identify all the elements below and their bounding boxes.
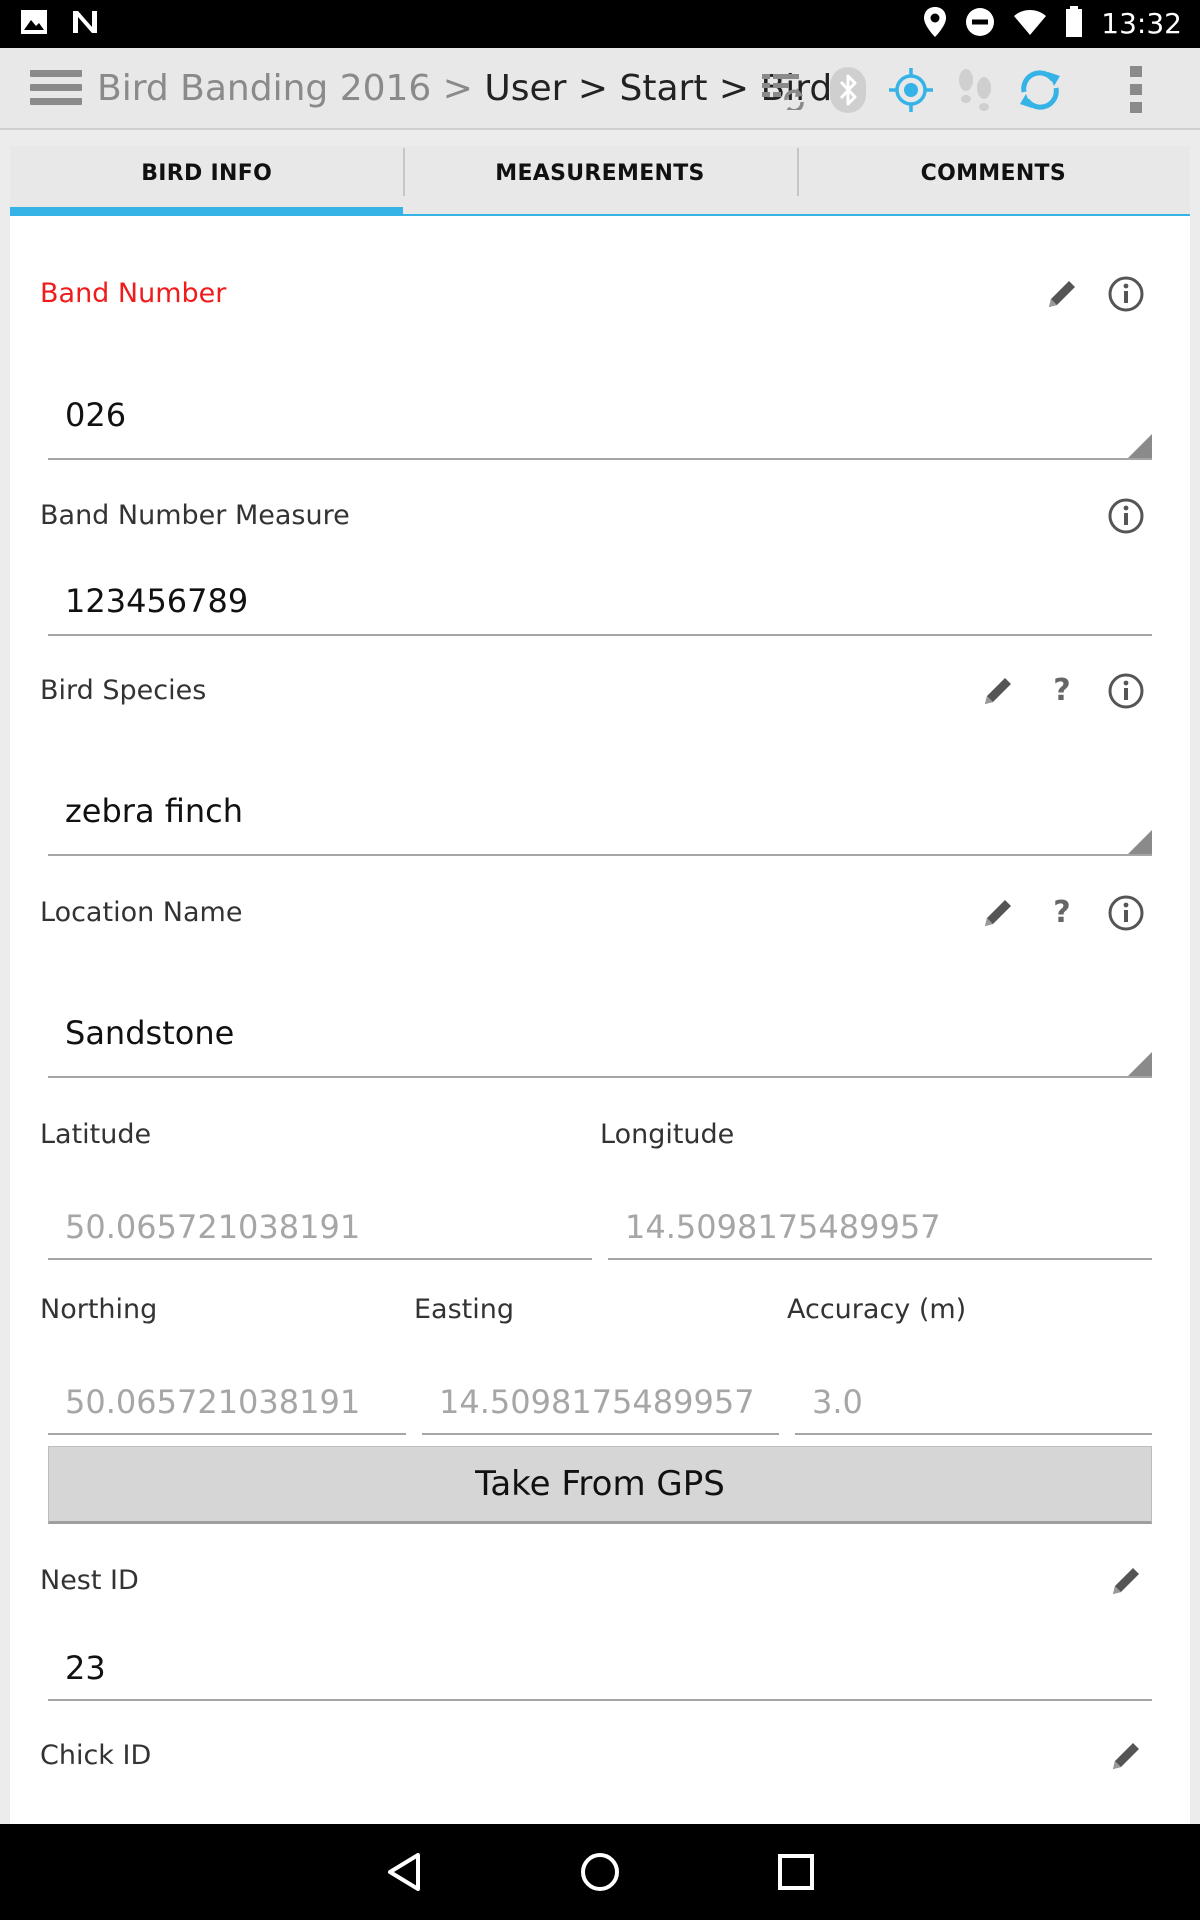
tab-label: MEASUREMENTS bbox=[495, 161, 705, 186]
tab-label: COMMENTS bbox=[920, 161, 1066, 186]
do-not-disturb-icon bbox=[965, 7, 995, 41]
info-icon[interactable] bbox=[1106, 274, 1146, 314]
home-icon[interactable] bbox=[574, 1846, 626, 1898]
status-bar: 13:32 bbox=[0, 0, 1200, 48]
easting-label: Easting bbox=[414, 1294, 515, 1325]
band-number-label: Band Number bbox=[40, 278, 227, 309]
bluetooth-icon[interactable] bbox=[824, 66, 872, 114]
back-icon[interactable] bbox=[378, 1846, 430, 1898]
bird-species-label: Bird Species bbox=[40, 675, 207, 706]
northing-input[interactable]: 50.065721038191 bbox=[48, 1371, 406, 1435]
bird-species-value: zebra finch bbox=[65, 792, 244, 830]
breadcrumb-separator: > bbox=[431, 68, 485, 109]
dropdown-corner-icon bbox=[1128, 434, 1152, 458]
tab-comments[interactable]: COMMENTS bbox=[796, 146, 1190, 216]
longitude-input[interactable]: 14.5098175489957 bbox=[608, 1196, 1152, 1260]
easting-input[interactable]: 14.5098175489957 bbox=[422, 1371, 779, 1435]
band-number-measure-input[interactable]: 123456789 bbox=[48, 572, 1152, 636]
accuracy-label: Accuracy (m) bbox=[787, 1294, 967, 1325]
navigation-bar bbox=[0, 1824, 1200, 1920]
location-name-label: Location Name bbox=[40, 897, 243, 928]
nest-id-label: Nest ID bbox=[40, 1565, 139, 1596]
accuracy-value: 3.0 bbox=[812, 1383, 863, 1421]
battery-icon bbox=[1065, 6, 1083, 42]
tab-indicator bbox=[10, 207, 404, 216]
latitude-input[interactable]: 50.065721038191 bbox=[48, 1196, 592, 1260]
band-number-input[interactable]: 026 bbox=[48, 366, 1152, 460]
accuracy-input[interactable]: 3.0 bbox=[795, 1371, 1152, 1435]
gps-target-icon[interactable] bbox=[887, 66, 935, 114]
northing-label: Northing bbox=[40, 1294, 158, 1325]
tab-label: BIRD INFO bbox=[141, 161, 273, 186]
recents-icon[interactable] bbox=[770, 1846, 822, 1898]
help-icon[interactable]: ? bbox=[1042, 671, 1082, 711]
pencil-icon[interactable] bbox=[978, 893, 1018, 933]
pencil-icon[interactable] bbox=[978, 671, 1018, 711]
band-number-measure-label: Band Number Measure bbox=[40, 500, 350, 531]
pencil-icon[interactable] bbox=[1106, 1736, 1146, 1776]
location-pin-icon bbox=[923, 6, 947, 42]
pencil-icon[interactable] bbox=[1042, 274, 1082, 314]
breadcrumb-app-name[interactable]: Bird Banding 2016 bbox=[97, 68, 431, 109]
footsteps-icon[interactable] bbox=[952, 66, 1000, 114]
chick-id-label: Chick ID bbox=[40, 1740, 152, 1771]
breadcrumb: Bird Banding 2016 > User > Start > Bird bbox=[97, 66, 832, 112]
longitude-label: Longitude bbox=[600, 1119, 735, 1150]
band-number-value: 026 bbox=[65, 396, 127, 434]
tab-measurements[interactable]: MEASUREMENTS bbox=[403, 146, 797, 216]
dropdown-corner-icon bbox=[1128, 830, 1152, 854]
band-number-measure-value: 123456789 bbox=[65, 582, 249, 620]
app-screen: 13:32 Bird Banding 2016 > User > Start >… bbox=[0, 0, 1200, 1920]
latitude-label: Latitude bbox=[40, 1119, 152, 1150]
status-time: 13:32 bbox=[1101, 7, 1182, 40]
take-from-gps-button[interactable]: Take From GPS bbox=[48, 1446, 1152, 1524]
bird-info-form: Band Number 026 Band Number Measure 1234… bbox=[10, 216, 1190, 1824]
easting-value: 14.5098175489957 bbox=[439, 1383, 755, 1421]
menu-icon[interactable] bbox=[30, 70, 82, 110]
wifi-icon bbox=[1013, 8, 1047, 40]
overflow-menu-icon[interactable] bbox=[1112, 66, 1160, 114]
longitude-value: 14.5098175489957 bbox=[625, 1208, 941, 1246]
latitude-value: 50.065721038191 bbox=[65, 1208, 361, 1246]
info-icon[interactable] bbox=[1106, 671, 1146, 711]
action-bar: Bird Banding 2016 > User > Start > Bird bbox=[0, 48, 1200, 130]
bird-species-select[interactable]: zebra finch bbox=[48, 762, 1152, 856]
tab-bar: BIRD INFO MEASUREMENTS COMMENTS bbox=[10, 146, 1190, 216]
refresh-icon[interactable] bbox=[1016, 66, 1064, 114]
help-icon[interactable]: ? bbox=[1042, 893, 1082, 933]
info-icon[interactable] bbox=[1106, 893, 1146, 933]
info-icon[interactable] bbox=[1106, 496, 1146, 536]
n-icon bbox=[70, 8, 100, 40]
image-icon bbox=[20, 9, 48, 39]
sync-list-icon[interactable] bbox=[758, 66, 806, 114]
tab-bird-info[interactable]: BIRD INFO bbox=[10, 146, 404, 216]
dropdown-corner-icon bbox=[1128, 1052, 1152, 1076]
location-name-value: Sandstone bbox=[65, 1014, 235, 1052]
pencil-icon[interactable] bbox=[1106, 1561, 1146, 1601]
location-name-select[interactable]: Sandstone bbox=[48, 984, 1152, 1078]
northing-value: 50.065721038191 bbox=[65, 1383, 361, 1421]
nest-id-input[interactable]: 23 bbox=[48, 1637, 1152, 1701]
nest-id-value: 23 bbox=[65, 1649, 106, 1687]
